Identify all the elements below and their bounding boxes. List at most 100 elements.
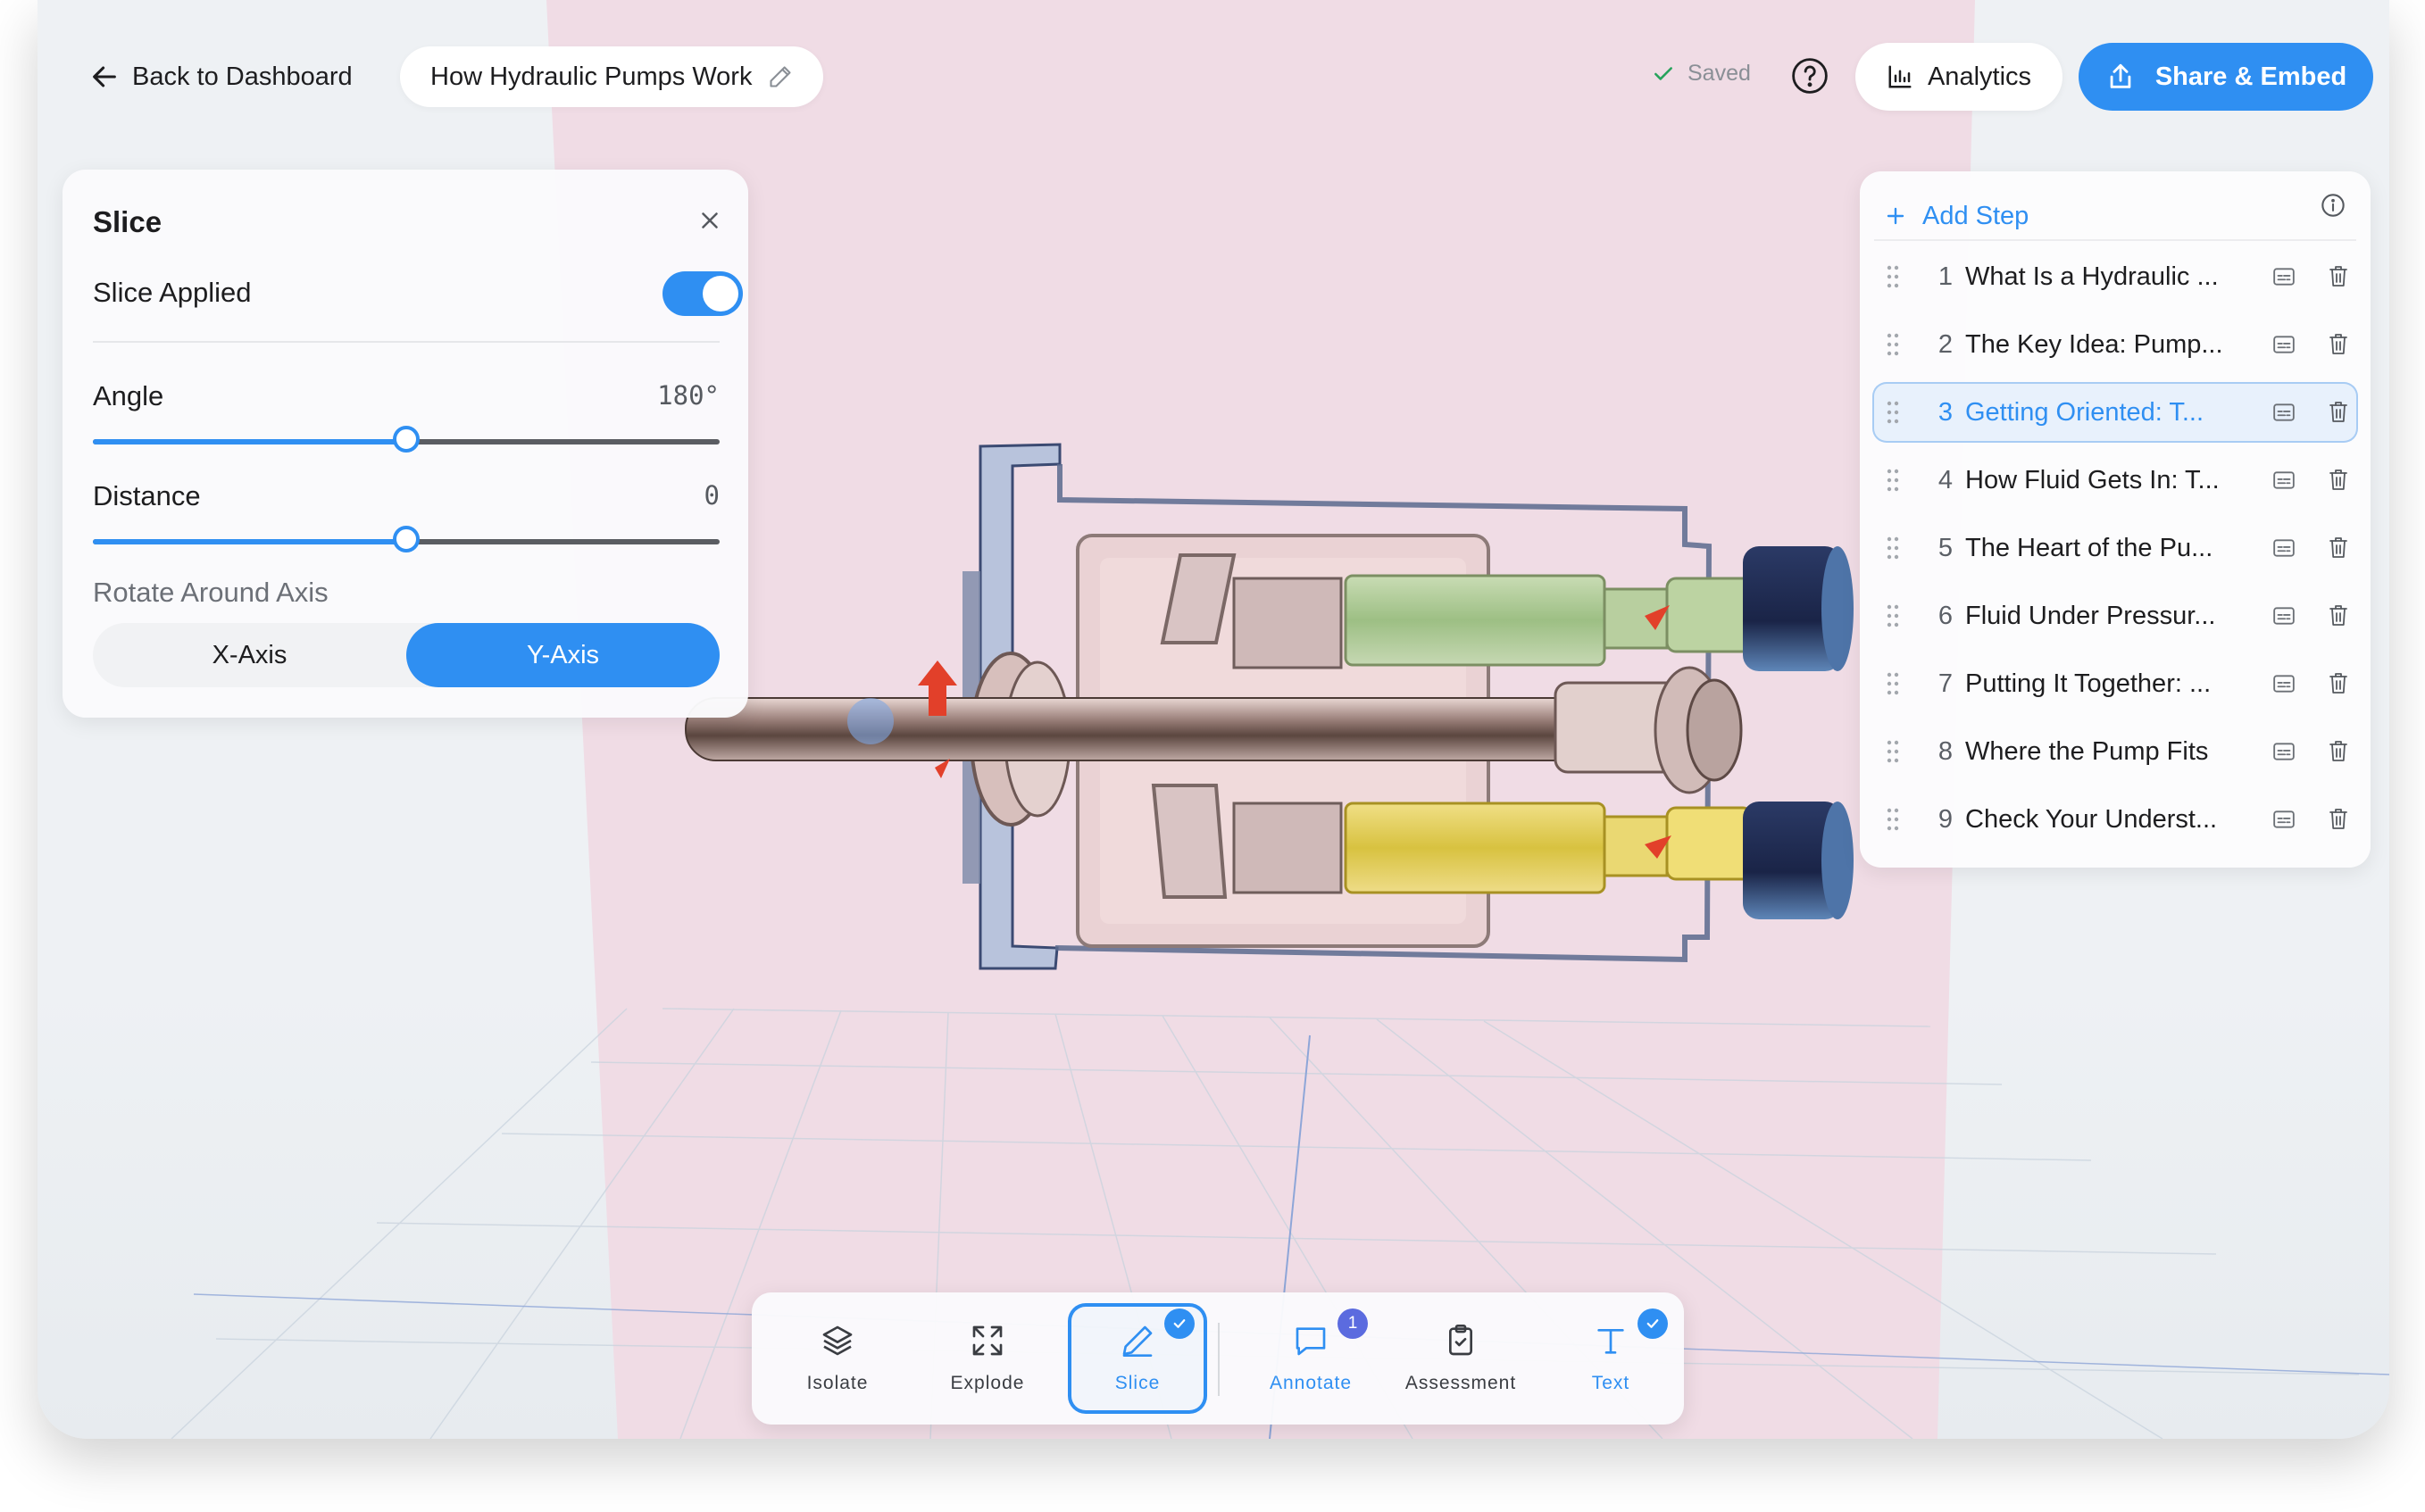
captions-icon[interactable] (2272, 809, 2296, 830)
captions-icon[interactable] (2272, 537, 2296, 559)
trash-icon[interactable] (2328, 603, 2349, 628)
check-icon (1173, 1319, 1186, 1328)
pencil-icon[interactable] (768, 64, 793, 89)
y-axis-option[interactable]: Y-Axis (406, 623, 720, 687)
assessment-tool[interactable]: Assessment (1391, 1303, 1530, 1414)
expand-arrows-icon (972, 1325, 1003, 1356)
captions-icon[interactable] (2272, 741, 2296, 762)
step-item[interactable]: 6 Fluid Under Pressur... (1872, 586, 2358, 646)
trash-icon[interactable] (2328, 468, 2349, 493)
captions-icon[interactable] (2272, 266, 2296, 287)
steps-panel: Add Step 1 What Is a Hydraulic ... 2 The Ke… (1860, 171, 2371, 868)
step-number: 4 (1938, 466, 1953, 494)
trash-icon[interactable] (2328, 264, 2349, 289)
drag-handle-icon[interactable] (1887, 536, 1899, 561)
trash-icon[interactable] (2328, 739, 2349, 764)
trash-icon[interactable] (2328, 807, 2349, 832)
drag-handle-icon[interactable] (1887, 468, 1899, 493)
saved-label: Saved (1688, 61, 1751, 86)
annotate-tool[interactable]: 1 Annotate (1241, 1303, 1380, 1414)
distance-label: Distance (93, 480, 201, 511)
step-number: 9 (1938, 805, 1953, 834)
step-label: Where the Pump Fits (1965, 737, 2209, 766)
lesson-title: How Hydraulic Pumps Work (430, 62, 753, 91)
slice-label: Slice (1114, 1373, 1161, 1393)
drag-handle-icon[interactable] (1887, 671, 1899, 696)
step-item[interactable]: 3 Getting Oriented: T... (1872, 382, 2358, 443)
share-embed-button[interactable]: Share & Embed (2079, 43, 2373, 111)
app-window: Back to Dashboard How Hydraulic Pumps Wo… (38, 0, 2389, 1439)
captions-icon[interactable] (2272, 334, 2296, 355)
bottom-toolbar: Isolate Explode Slice 1 Annotate Assessm… (752, 1292, 1684, 1425)
drag-handle-icon[interactable] (1887, 807, 1899, 832)
drag-handle-icon[interactable] (1887, 739, 1899, 764)
close-icon[interactable] (696, 207, 723, 234)
drag-handle-icon[interactable] (1887, 332, 1899, 357)
lesson-title-pill[interactable]: How Hydraulic Pumps Work (400, 46, 824, 107)
captions-icon[interactable] (2272, 469, 2296, 491)
step-item[interactable]: 2 The Key Idea: Pump... (1872, 314, 2358, 375)
saved-status: Saved (1652, 61, 1751, 87)
analytics-button[interactable]: Analytics (1855, 43, 2062, 111)
share-upload-icon (2110, 63, 2131, 88)
explode-tool[interactable]: Explode (918, 1303, 1057, 1414)
comment-icon (1296, 1327, 1326, 1356)
step-label: Putting It Together: ... (1965, 669, 2212, 698)
angle-slider-fill (93, 439, 406, 444)
step-number: 3 (1938, 398, 1953, 427)
angle-slider[interactable] (93, 426, 720, 453)
step-item[interactable]: 7 Putting It Together: ... (1872, 653, 2358, 714)
distance-slider-thumb[interactable] (393, 526, 420, 552)
distance-slider-fill (93, 539, 406, 544)
distance-slider[interactable] (93, 526, 720, 552)
slice-active-check-badge (1164, 1308, 1195, 1339)
drag-handle-icon[interactable] (1887, 264, 1899, 289)
trash-icon[interactable] (2328, 332, 2349, 357)
annotate-count-badge: 1 (1338, 1308, 1368, 1339)
add-step-button[interactable]: Add Step (1885, 193, 2029, 239)
x-axis-option[interactable]: X-Axis (93, 623, 406, 687)
text-label: Text (1591, 1373, 1630, 1393)
arrow-left-icon (93, 66, 116, 87)
plus-icon (1887, 207, 1904, 225)
step-number: 8 (1938, 737, 1953, 766)
captions-icon[interactable] (2272, 605, 2296, 627)
add-step-label: Add Step (1922, 201, 2029, 230)
back-label: Back to Dashboard (132, 62, 353, 91)
step-item[interactable]: 1 What Is a Hydraulic ... (1872, 246, 2358, 307)
drag-handle-icon[interactable] (1887, 400, 1899, 425)
captions-icon[interactable] (2272, 673, 2296, 694)
drag-handle-icon[interactable] (1887, 603, 1899, 628)
step-label: What Is a Hydraulic ... (1965, 262, 2219, 291)
info-icon[interactable] (2321, 193, 2346, 218)
angle-slider-thumb[interactable] (393, 426, 420, 453)
layers-icon (822, 1325, 853, 1356)
back-to-dashboard-button[interactable]: Back to Dashboard (89, 55, 353, 98)
trash-icon[interactable] (2328, 536, 2349, 561)
slice-applied-toggle[interactable] (662, 271, 743, 316)
step-item[interactable]: 8 Where the Pump Fits (1872, 721, 2358, 782)
slice-panel: Slice Slice Applied Angle 180° Distance … (62, 170, 748, 718)
captions-icon[interactable] (2272, 402, 2296, 423)
isolate-tool[interactable]: Isolate (768, 1303, 907, 1414)
slice-tool[interactable]: Slice (1068, 1303, 1207, 1414)
steps-divider (1874, 239, 2356, 241)
step-label: Check Your Underst... (1965, 805, 2218, 834)
explode-label: Explode (950, 1373, 1025, 1393)
check-icon (1654, 66, 1672, 80)
step-label: How Fluid Gets In: T... (1965, 466, 2220, 494)
share-label: Share & Embed (2154, 62, 2347, 91)
step-item[interactable]: 4 How Fluid Gets In: T... (1872, 450, 2358, 511)
step-item[interactable]: 5 The Heart of the Pu... (1872, 518, 2358, 578)
trash-icon[interactable] (2328, 400, 2349, 425)
step-item[interactable]: 9 Check Your Underst... (1872, 789, 2358, 850)
step-number: 1 (1938, 262, 1953, 291)
step-number: 2 (1938, 330, 1953, 359)
trash-icon[interactable] (2328, 671, 2349, 696)
step-label: Getting Oriented: T... (1965, 398, 2204, 427)
step-number: 7 (1938, 669, 1953, 698)
help-icon[interactable] (1791, 57, 1829, 95)
text-tool[interactable]: Text (1541, 1303, 1680, 1414)
toggle-knob (703, 276, 738, 312)
slice-applied-label: Slice Applied (93, 277, 252, 308)
